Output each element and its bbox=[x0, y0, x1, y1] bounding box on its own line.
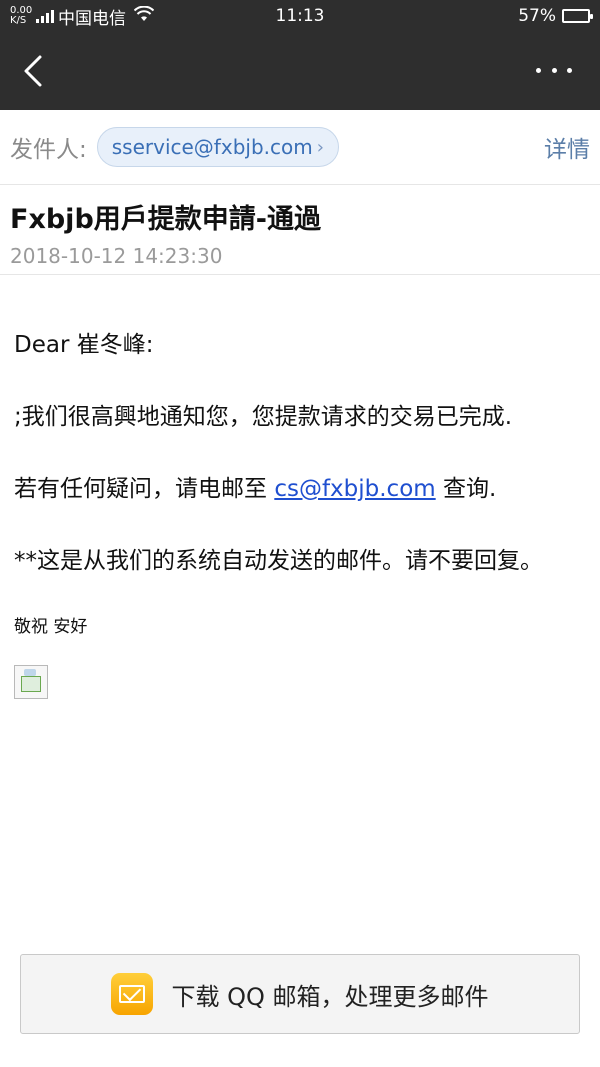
battery-icon bbox=[562, 9, 593, 23]
sender-row: 发件人: sservice@fxbjb.com › 详情 bbox=[0, 110, 600, 185]
more-dot bbox=[551, 67, 557, 73]
support-email-link[interactable]: cs@fxbjb.com bbox=[274, 476, 435, 502]
more-dot bbox=[567, 67, 572, 73]
body-paragraph-2: 若有任何疑问，请电邮至 cs@fxbjb.com 查询. bbox=[14, 471, 586, 507]
contact-prefix: 若有任何疑问，请电邮至 bbox=[14, 476, 275, 502]
sign-off: 敬祝 安好 bbox=[14, 617, 88, 637]
status-bar: 0.00 K/S 中国电信 11:13 57% bbox=[0, 0, 600, 32]
sender-label: 发件人: bbox=[10, 137, 87, 163]
network-speed: 0.00 K/S bbox=[10, 5, 33, 26]
email-subject: Fxbjb用戶提款申請-通過 bbox=[10, 204, 321, 235]
contact-suffix: 查询. bbox=[435, 476, 497, 502]
email-body: Dear 崔冬峰: ;我们很高興地通知您，您提款请求的交易已完成. 若有任何疑问… bbox=[0, 275, 600, 699]
qq-mail-app-icon bbox=[111, 973, 154, 1015]
wifi-icon bbox=[133, 5, 155, 27]
body-paragraph-1: ;我们很高興地通知您，您提款请求的交易已完成. bbox=[14, 404, 513, 430]
more-button[interactable] bbox=[536, 60, 572, 80]
chevron-right-icon: › bbox=[316, 136, 324, 158]
more-dots-icon bbox=[536, 67, 541, 73]
sender-email: sservice@fxbjb.com bbox=[111, 135, 313, 159]
details-link[interactable]: 详情 bbox=[544, 130, 590, 164]
envelope-icon bbox=[119, 985, 146, 1003]
greeting: Dear 崔冬峰: bbox=[14, 332, 154, 358]
top-bar: 0.00 K/S 中国电信 11:13 57% bbox=[0, 0, 600, 110]
signal-icon bbox=[36, 9, 54, 23]
email-datetime: 2018-10-12 14:23:30 bbox=[10, 244, 223, 268]
body-paragraph-3: **这是从我们的系统自动发送的邮件。请不要回复。 bbox=[14, 548, 543, 574]
chevron-left-icon bbox=[24, 55, 42, 87]
nav-bar bbox=[0, 32, 600, 110]
back-button[interactable] bbox=[20, 52, 50, 90]
download-qq-mail-banner[interactable]: 下载 QQ 邮箱，处理更多邮件 bbox=[20, 954, 580, 1034]
broken-image-icon bbox=[14, 665, 48, 699]
battery-percent: 57% bbox=[518, 6, 556, 26]
carrier-name: 中国电信 bbox=[58, 8, 126, 29]
sender-chip[interactable]: sservice@fxbjb.com › bbox=[96, 127, 339, 167]
subject-block: Fxbjb用戶提款申請-通過 2018-10-12 14:23:30 bbox=[0, 185, 600, 275]
banner-label: 下载 QQ 邮箱，处理更多邮件 bbox=[171, 982, 489, 1011]
